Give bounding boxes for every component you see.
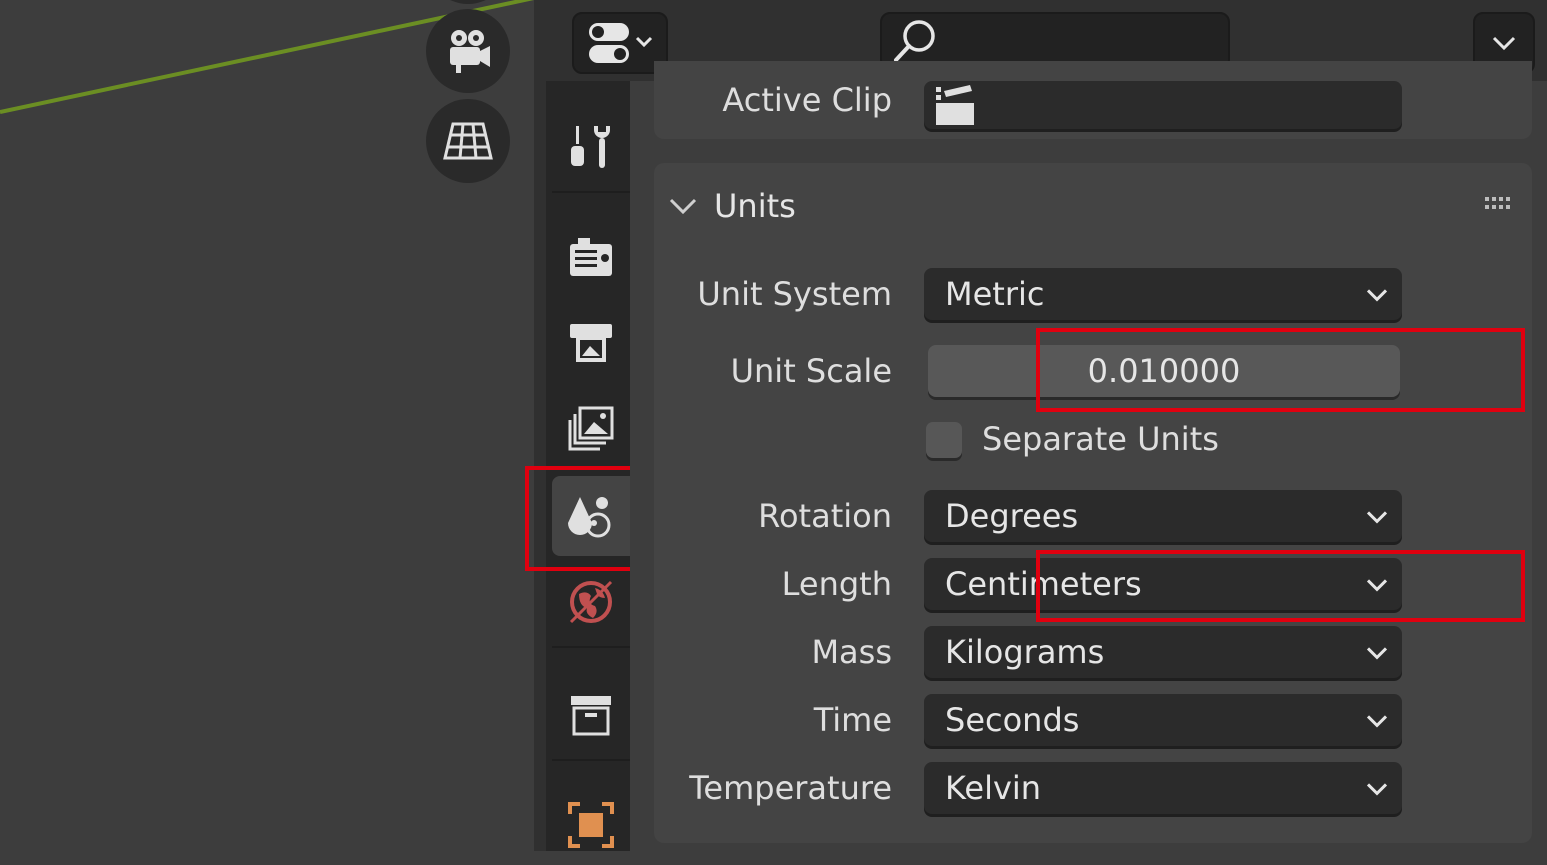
- tab-world[interactable]: [552, 562, 630, 642]
- chevron-down-icon: [1366, 511, 1388, 524]
- time-value: Seconds: [945, 701, 1080, 739]
- scene-tab-highlight: [525, 466, 647, 571]
- tab-render[interactable]: [552, 217, 630, 297]
- units-panel-title: Units: [714, 187, 796, 225]
- chevron-down-icon: [1366, 647, 1388, 660]
- camera-icon: [450, 30, 490, 73]
- temperature-label: Temperature: [689, 769, 892, 807]
- active-clip-field[interactable]: [924, 81, 1402, 129]
- output-icon: [570, 324, 612, 362]
- mass-dropdown[interactable]: Kilograms: [924, 626, 1402, 678]
- unit-system-value: Metric: [945, 275, 1045, 313]
- tab-collection[interactable]: [552, 675, 630, 755]
- search-icon: [894, 20, 935, 62]
- mass-label: Mass: [811, 633, 892, 671]
- properties-editor: Active Clip Units Unit System Metric Uni…: [525, 0, 1547, 851]
- camera-view-button[interactable]: [426, 9, 510, 93]
- temperature-value: Kelvin: [945, 769, 1042, 807]
- properties-area: Active Clip Units Unit System Metric Uni…: [525, 0, 1547, 851]
- tab-tool[interactable]: [552, 107, 630, 187]
- rotation-label: Rotation: [758, 497, 892, 535]
- chevron-down-icon: [1366, 783, 1388, 796]
- rotation-dropdown[interactable]: Degrees: [924, 490, 1402, 542]
- mass-value: Kilograms: [945, 633, 1105, 671]
- length-label: Length: [781, 565, 892, 603]
- unit-scale-label: Unit Scale: [730, 352, 892, 390]
- grid-icon: [443, 122, 493, 160]
- collection-icon: [571, 696, 611, 736]
- properties-content: Active Clip Units Unit System Metric Uni…: [630, 61, 1547, 851]
- separate-units-label: Separate Units: [982, 420, 1219, 458]
- temperature-dropdown[interactable]: Kelvin: [924, 762, 1402, 814]
- properties-editor-icon: [589, 23, 653, 63]
- separate-units-checkbox[interactable]: [926, 422, 962, 458]
- tab-object[interactable]: [552, 785, 630, 865]
- unit-system-dropdown[interactable]: Metric: [924, 268, 1402, 320]
- chevron-down-icon: [1492, 36, 1516, 51]
- length-highlight: [1036, 550, 1525, 622]
- chevron-down-icon: [635, 36, 653, 48]
- drag-handle-icon[interactable]: [1484, 195, 1514, 211]
- tab-separator: [552, 759, 630, 761]
- world-icon: [569, 580, 613, 624]
- tool-icon: [571, 126, 610, 168]
- units-panel-header[interactable]: Units: [668, 186, 1068, 226]
- unit-system-label: Unit System: [697, 275, 892, 313]
- render-icon: [570, 238, 612, 276]
- tab-view-layer[interactable]: [552, 389, 630, 469]
- object-icon: [568, 802, 614, 848]
- chevron-down-icon: [1366, 289, 1388, 302]
- tab-separator: [552, 191, 630, 193]
- active-clip-label: Active Clip: [722, 81, 892, 119]
- ortho-grid-button[interactable]: [426, 99, 510, 183]
- 3d-viewport[interactable]: [0, 0, 534, 851]
- chevron-down-icon: [669, 198, 697, 215]
- time-dropdown[interactable]: Seconds: [924, 694, 1402, 746]
- time-label: Time: [813, 701, 892, 739]
- clip-icon: [936, 85, 974, 125]
- tab-separator: [552, 646, 630, 648]
- tab-output[interactable]: [552, 303, 630, 383]
- rotation-value: Degrees: [945, 497, 1079, 535]
- chevron-down-icon: [1366, 715, 1388, 728]
- view-layer-icon: [568, 406, 614, 451]
- unit-scale-highlight: [1036, 328, 1525, 412]
